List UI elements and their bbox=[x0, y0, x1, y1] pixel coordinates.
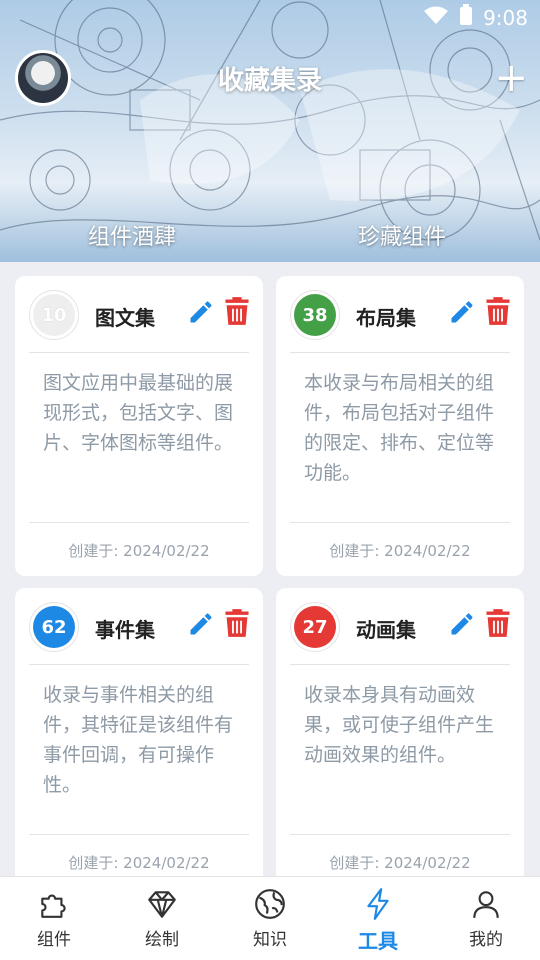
count-badge: 27 bbox=[290, 602, 340, 652]
divider bbox=[290, 664, 510, 665]
count-badge: 38 bbox=[290, 290, 340, 340]
delete-icon[interactable] bbox=[223, 608, 251, 638]
globe-icon bbox=[255, 889, 285, 919]
wifi-icon bbox=[423, 5, 449, 30]
count-value: 62 bbox=[33, 606, 75, 648]
nav-label: 绘制 bbox=[145, 930, 179, 950]
created-date: 创建于: 2024/02/22 bbox=[329, 854, 471, 872]
nav-label: 工具 bbox=[358, 929, 398, 953]
nav-label: 知识 bbox=[253, 930, 287, 950]
count-badge: 62 bbox=[29, 602, 79, 652]
blueprint-background bbox=[0, 0, 540, 241]
page-title: 收藏集录 bbox=[217, 66, 322, 96]
divider bbox=[29, 522, 249, 523]
nav-label: 我的 bbox=[469, 930, 503, 950]
nav-item-mine[interactable]: 我的 bbox=[432, 877, 540, 960]
collection-name: 事件集 bbox=[95, 618, 155, 642]
collection-card[interactable]: 27 动画集 收录本身具有动画效果，或可使子组件产生动画效果的组件。 创建于: … bbox=[276, 588, 524, 888]
collection-description: 收录本身具有动画效果，或可使子组件产生动画效果的组件。 bbox=[304, 684, 495, 766]
status-bar: 9:08 bbox=[423, 4, 528, 31]
collection-name: 动画集 bbox=[356, 618, 416, 642]
edit-icon[interactable] bbox=[448, 298, 476, 326]
edit-icon[interactable] bbox=[187, 298, 215, 326]
header-banner: 9:08 收藏集录 + 组件酒肆 珍藏组件 bbox=[0, 0, 540, 262]
count-value: 10 bbox=[33, 294, 75, 336]
nav-item-tools[interactable]: 工具 bbox=[324, 877, 432, 960]
collection-name: 布局集 bbox=[356, 306, 416, 330]
lightning-icon bbox=[367, 888, 389, 920]
tab-collected-components[interactable]: 珍藏组件 bbox=[358, 219, 446, 251]
puzzle-icon bbox=[41, 894, 66, 918]
created-date: 创建于: 2024/02/22 bbox=[329, 542, 471, 560]
edit-icon[interactable] bbox=[448, 610, 476, 638]
created-date: 创建于: 2024/02/22 bbox=[68, 542, 210, 560]
collection-card[interactable]: 62 事件集 收录与事件相关的组件，其特征是该组件有事件回调，有可操作性。 创建… bbox=[15, 588, 263, 888]
add-button[interactable]: + bbox=[494, 58, 528, 98]
collection-description: 收录与事件相关的组件，其特征是该组件有事件回调，有可操作性。 bbox=[43, 684, 234, 796]
nav-label: 组件 bbox=[37, 930, 71, 950]
created-date: 创建于: 2024/02/22 bbox=[68, 854, 210, 872]
collection-description: 图文应用中最基础的展现形式，包括文字、图片、字体图标等组件。 bbox=[43, 372, 234, 454]
divider bbox=[29, 834, 249, 835]
battery-icon bbox=[459, 4, 473, 31]
count-badge: 10 bbox=[29, 290, 79, 340]
divider bbox=[290, 522, 510, 523]
tab-component-tavern[interactable]: 组件酒肆 bbox=[88, 219, 176, 251]
delete-icon[interactable] bbox=[484, 296, 512, 326]
nav-item-knowledge[interactable]: 知识 bbox=[216, 877, 324, 960]
diamond-icon bbox=[148, 891, 176, 918]
delete-icon[interactable] bbox=[484, 608, 512, 638]
divider bbox=[29, 664, 249, 665]
count-value: 38 bbox=[294, 294, 336, 336]
collection-name: 图文集 bbox=[95, 306, 155, 330]
delete-icon[interactable] bbox=[223, 296, 251, 326]
nav-item-components[interactable]: 组件 bbox=[0, 877, 108, 960]
collection-description: 本收录与布局相关的组件，布局包括对子组件的限定、排布、定位等功能。 bbox=[304, 372, 495, 484]
nav-item-draw[interactable]: 绘制 bbox=[108, 877, 216, 960]
collection-card[interactable]: 10 图文集 图文应用中最基础的展现形式，包括文字、图片、字体图标等组件。 创建… bbox=[15, 276, 263, 576]
divider bbox=[29, 352, 249, 353]
bottom-nav: 组件 绘制 知识 工具 我的 bbox=[0, 876, 540, 960]
collection-card[interactable]: 38 布局集 本收录与布局相关的组件，布局包括对子组件的限定、排布、定位等功能。… bbox=[276, 276, 524, 576]
status-time: 9:08 bbox=[483, 5, 528, 30]
divider bbox=[290, 834, 510, 835]
edit-icon[interactable] bbox=[187, 610, 215, 638]
person-icon bbox=[473, 891, 499, 918]
count-value: 27 bbox=[294, 606, 336, 648]
divider bbox=[290, 352, 510, 353]
